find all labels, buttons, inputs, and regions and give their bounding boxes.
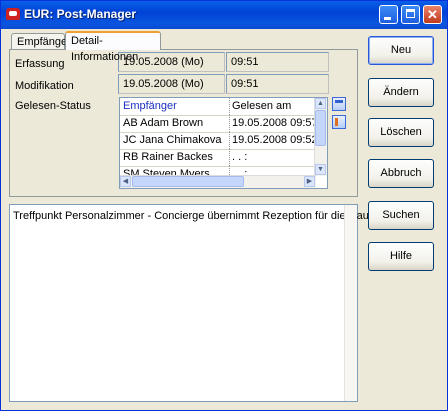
maximize-icon [406, 9, 415, 18]
list-horizontal-scrollbar[interactable]: ◀ ▶ [120, 175, 316, 188]
recipient-name: JC Jana Chimakova [123, 134, 222, 146]
scroll-left-arrow-icon[interactable]: ◀ [120, 176, 131, 187]
list-view-icon[interactable] [332, 97, 346, 111]
hilfe-button[interactable]: Hilfe [368, 242, 434, 271]
column-view-icon[interactable] [332, 115, 346, 129]
title-bar[interactable]: EUR: Post-Manager ✕ [1, 1, 447, 29]
maximize-button[interactable] [401, 5, 420, 24]
scroll-thumb[interactable] [315, 110, 326, 146]
modifikation-date-field: 19.05.2008 (Mo) [118, 74, 225, 94]
column-header-empfaenger[interactable]: Empfänger [123, 98, 227, 115]
column-header-gelesen-am[interactable]: Gelesen am [229, 98, 291, 115]
scroll-down-arrow-icon[interactable]: ▼ [315, 164, 326, 175]
erfassung-time-field: 09:51 [226, 52, 329, 72]
window-title: EUR: Post-Manager [24, 7, 137, 21]
tab-detail-informationen[interactable]: Detail-Informationen [65, 31, 161, 63]
aendern-button[interactable]: Ändern [368, 78, 434, 107]
scroll-right-arrow-icon[interactable]: ▶ [304, 176, 315, 187]
modifikation-time-field: 09:51 [226, 74, 329, 94]
neu-button[interactable]: Neu [368, 36, 434, 65]
list-row[interactable]: RB Rainer Backes . . : [120, 149, 316, 167]
list-row[interactable]: JC Jana Chimakova 19.05.2008 09:52 [120, 132, 318, 150]
scroll-up-arrow-icon[interactable]: ▲ [315, 98, 326, 109]
tab-empfaenger[interactable]: Empfänger [11, 33, 71, 50]
suchen-button[interactable]: Suchen [368, 201, 434, 230]
loeschen-button[interactable]: Löschen [368, 118, 434, 147]
app-icon [6, 8, 20, 20]
list-vertical-scrollbar[interactable]: ▲ ▼ [314, 98, 327, 176]
close-icon: ✕ [427, 7, 438, 22]
read-timestamp: 19.05.2008 09:52 [229, 132, 318, 149]
message-text: Treffpunkt Personalzimmer - Concierge üb… [13, 210, 379, 222]
minimize-button[interactable] [379, 5, 398, 24]
list-row[interactable]: AB Adam Brown 19.05.2008 09:57 [120, 115, 318, 133]
scroll-thumb[interactable] [132, 176, 244, 187]
minimize-icon [384, 17, 391, 20]
modifikation-label: Modifikation [15, 80, 74, 92]
gelesen-status-label: Gelesen-Status [15, 100, 91, 112]
message-vertical-scrollbar[interactable] [344, 205, 357, 401]
list-header: Empfänger Gelesen am [120, 98, 316, 116]
erfassung-label: Erfassung [15, 58, 65, 70]
recipient-name: RB Rainer Backes [123, 151, 213, 163]
recipient-name: AB Adam Brown [123, 117, 204, 129]
abbruch-button[interactable]: Abbruch [368, 159, 434, 188]
recipient-read-list[interactable]: Empfänger Gelesen am AB Adam Brown 19.05… [119, 97, 328, 189]
read-timestamp: 19.05.2008 09:57 [229, 115, 318, 132]
close-button[interactable]: ✕ [423, 5, 442, 24]
read-timestamp: . . : [229, 149, 247, 166]
message-textarea[interactable]: Treffpunkt Personalzimmer - Concierge üb… [9, 204, 379, 402]
post-manager-window: EUR: Post-Manager ✕ Empfänger Detail-Inf… [0, 0, 448, 411]
